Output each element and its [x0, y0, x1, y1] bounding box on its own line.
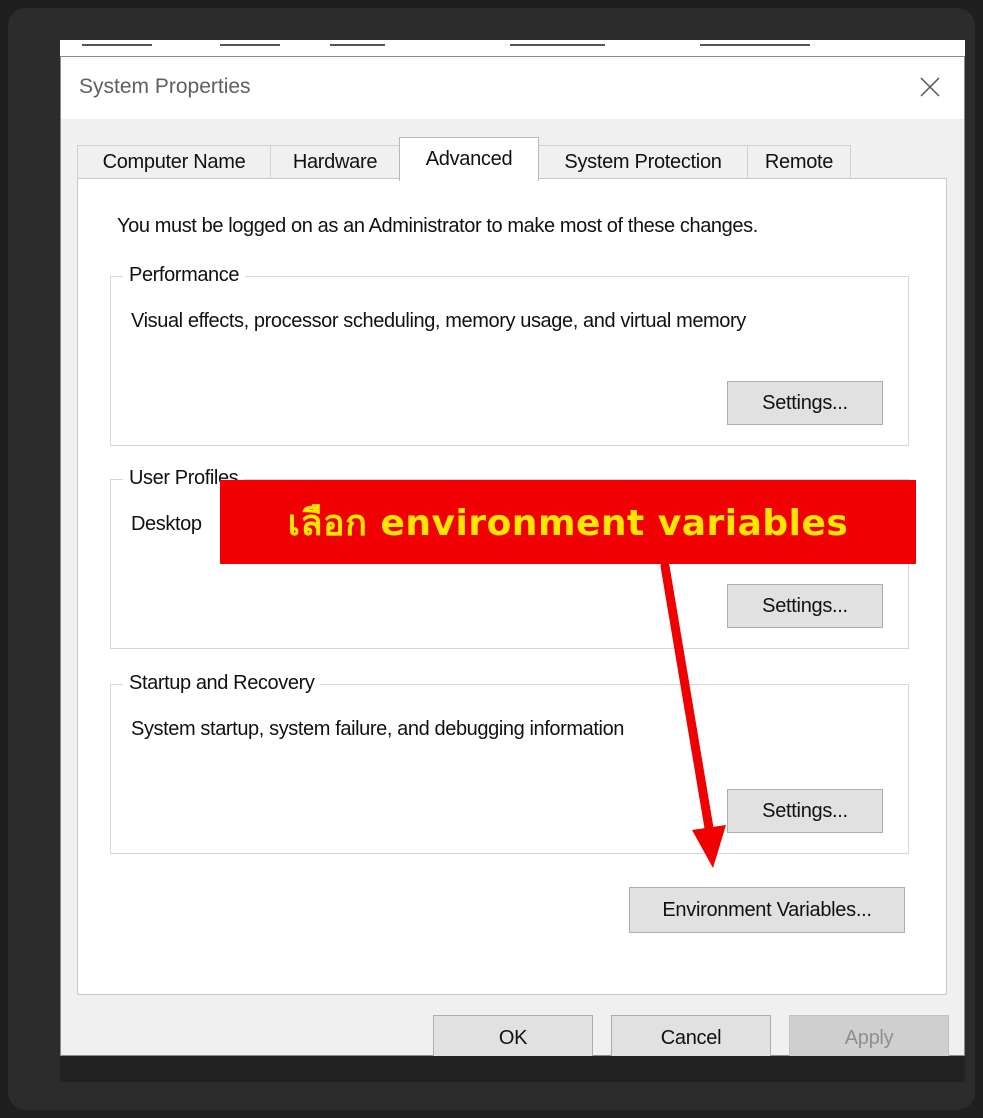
annotation-label: เลือก environment variables	[220, 480, 916, 564]
